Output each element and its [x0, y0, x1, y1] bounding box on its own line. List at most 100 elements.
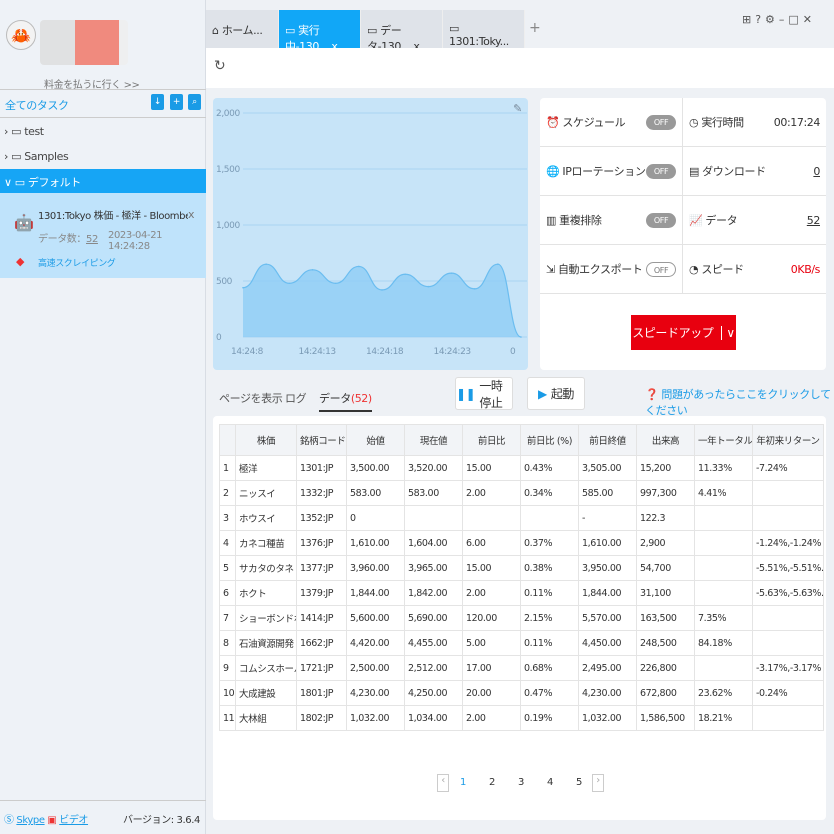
data-count[interactable]: 52: [86, 234, 98, 245]
table-row[interactable]: 9コムシスホール...1721:JP2,500.002,512.0017.000…: [219, 655, 824, 681]
task-datetime: 2023-04-21 14:24:28: [108, 230, 163, 252]
export-toggle[interactable]: OFF: [646, 261, 676, 277]
column-header[interactable]: 前日比: [462, 424, 521, 456]
table-row[interactable]: 3 ホウスイ 1352:JP 0 -122.3: [219, 505, 824, 531]
window-controls[interactable]: ⊞?⚙–□✕: [742, 13, 816, 26]
table-row[interactable]: 2 ニッスイ 1332:JP 583.00 583.00 2.00 0.34% 585.00 9…: [219, 480, 824, 506]
label: 自動エクスポート: [557, 263, 643, 276]
table-cell: 20.00: [462, 680, 521, 706]
ip-toggle[interactable]: OFF: [646, 163, 676, 179]
import-icon[interactable]: ↓: [151, 94, 164, 110]
data-count[interactable]: 52: [807, 214, 821, 227]
close-task-icon[interactable]: x: [188, 208, 195, 221]
column-header[interactable]: 株価: [235, 424, 297, 456]
task-title: 1301:Tokyo 株価 - 極洋 - Bloomberg-スクレ...: [38, 211, 188, 222]
table-cell: 248,500: [636, 630, 695, 656]
new-task-icon[interactable]: +: [170, 94, 183, 110]
speedup-button[interactable]: スピードアップ ∨: [631, 315, 736, 350]
table-cell: 0.34%: [520, 480, 579, 506]
table-row[interactable]: 1 極洋 1301:JP 3,500.00 3,520.00 15.00 0.43% 3,50…: [219, 455, 824, 481]
column-header[interactable]: 一年トータルリ: [694, 424, 753, 456]
tab-data[interactable]: ▭ データ-130... x: [361, 10, 443, 53]
table-row[interactable]: 11 大林組 1802:JP 1,032.00 1,034.00 2.00 0.19% 1,0…: [219, 705, 824, 731]
tab-page-view[interactable]: ページを表示: [219, 390, 283, 406]
table-row[interactable]: 10 大成建設 1801:JP 4,230.00 4,250.00 20.00 0.47% 4…: [219, 680, 824, 706]
refresh-icon[interactable]: ↻: [214, 58, 226, 74]
table-cell: 1379:JP: [296, 580, 347, 606]
page-1-button[interactable]: 1: [460, 777, 466, 788]
table-cell: [752, 480, 824, 506]
column-header[interactable]: [219, 424, 236, 456]
column-header[interactable]: 現在値: [404, 424, 463, 456]
folder-test[interactable]: › ▭ test: [0, 120, 206, 144]
next-page-button[interactable]: ›: [592, 774, 604, 792]
folder-label: デフォルト: [27, 176, 81, 189]
download-count[interactable]: 0: [813, 165, 820, 178]
data-row: 📈 データ 52: [683, 196, 826, 245]
table-cell: 1,604.00: [404, 530, 463, 556]
tab-log[interactable]: ログ: [285, 390, 307, 406]
data-point: [358, 265, 360, 268]
column-header[interactable]: 出来高: [636, 424, 695, 456]
avatar[interactable]: 🦀: [6, 20, 36, 50]
dedupe-toggle[interactable]: OFF: [646, 212, 676, 228]
y-tick-label: 1,000: [216, 221, 240, 231]
table-cell: 0: [346, 505, 405, 531]
x-tick-label: 14:24:18: [366, 347, 404, 357]
table-cell: 11.33%: [694, 455, 753, 481]
schedule-toggle[interactable]: OFF: [646, 114, 676, 130]
help-link[interactable]: ❓ 問題があったらここをクリックしてください: [645, 386, 834, 418]
column-header[interactable]: 始値: [346, 424, 405, 456]
table-row[interactable]: 8 石油資源開発 1662:JP 4,420.00 4,455.00 5.00 0.11% 4…: [219, 630, 824, 656]
folder-default[interactable]: ∨ ▭ デフォルト: [0, 169, 206, 193]
start-button[interactable]: ▶ 起動: [527, 377, 585, 410]
table-cell: 1,844.00: [578, 580, 637, 606]
table-row[interactable]: 4 カネコ種苗 1376:JP 1,610.00 1,604.00 6.00 0.37% 1,…: [219, 530, 824, 556]
folder-samples[interactable]: › ▭ Samples: [0, 145, 206, 169]
page-4-button[interactable]: 4: [547, 777, 553, 788]
table-cell: 11: [219, 705, 236, 731]
table-row[interactable]: 5 サカタのタネ 1377:JP 3,960.00 3,965.00 15.00 0.38%…: [219, 555, 824, 581]
column-header[interactable]: 前日終値: [578, 424, 637, 456]
table-cell: 18.21%: [694, 705, 753, 731]
table-cell: コムシスホール...: [235, 655, 297, 681]
file-icon: ▤: [689, 164, 699, 178]
table-cell: 1662:JP: [296, 630, 347, 656]
data-count-label: データ数：: [38, 234, 86, 245]
column-header[interactable]: 銘柄コード: [296, 424, 347, 456]
tab-running[interactable]: ▭ 実行中-130... x: [279, 10, 361, 53]
table-row[interactable]: 6 ホクト 1379:JP 1,844.00 1,842.00 2.00 0.11% 1,84…: [219, 580, 824, 606]
pause-button[interactable]: ❚❚ 一時停止: [455, 377, 513, 410]
table-cell: 6.00: [462, 530, 521, 556]
video-link[interactable]: ビデオ: [59, 815, 88, 826]
column-header[interactable]: 年初来リターン: [752, 424, 824, 456]
table-cell: 4: [219, 530, 236, 556]
tab-home[interactable]: ⌂ ホーム...: [206, 10, 279, 48]
page-5-button[interactable]: 5: [576, 777, 582, 788]
folder-label: Samples: [24, 150, 69, 163]
table-cell: [752, 705, 824, 731]
folder-label: test: [24, 125, 44, 138]
task-item[interactable]: 🤖 1301:Tokyo 株価 - 極洋 - Bloomberg-スクレ... …: [0, 193, 206, 278]
chevron-down-icon[interactable]: ∨: [721, 325, 735, 340]
page-3-button[interactable]: 3: [518, 777, 524, 788]
tab-data-view[interactable]: データ(52): [319, 390, 372, 412]
page-2-button[interactable]: 2: [489, 777, 495, 788]
search-task-icon[interactable]: ⌕: [188, 94, 201, 110]
label: ダウンロード: [702, 165, 766, 178]
edit-icon[interactable]: ✎: [513, 102, 522, 115]
table-cell: -0.24%: [752, 680, 824, 706]
prev-page-button[interactable]: ‹: [437, 774, 449, 792]
column-header[interactable]: 前日比 (%): [520, 424, 579, 456]
footer: Ⓢ Skype ▣ ビデオ バージョン: 3.6.4: [0, 800, 206, 834]
new-tab-button[interactable]: +: [529, 20, 541, 36]
video-icon[interactable]: ▣: [47, 815, 56, 826]
fast-mode-icon: ◆: [16, 255, 25, 268]
tab-page[interactable]: ▭ 1301:Toky... x: [443, 10, 525, 61]
skype-link[interactable]: Skype: [16, 815, 45, 826]
table-cell: -: [578, 505, 637, 531]
table-cell: 226,800: [636, 655, 695, 681]
skype-icon[interactable]: Ⓢ: [4, 815, 14, 826]
table-row[interactable]: 7ショーボンドホ...1414:JP5,600.005,690.00120.00…: [219, 605, 824, 631]
table-cell: 0.38%: [520, 555, 579, 581]
